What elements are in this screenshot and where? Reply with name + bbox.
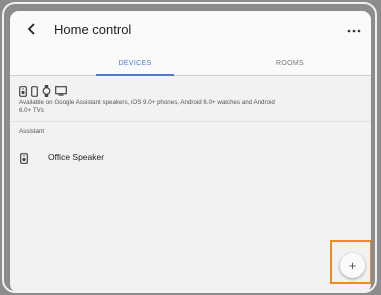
supported-devices-icons [19, 85, 67, 97]
device-name: Office Speaker [48, 152, 105, 162]
tab-bar: DEVICES ROOMS [10, 51, 371, 76]
availability-text: Available on Google Assistant speakers, … [19, 99, 275, 114]
add-icon: + [348, 258, 357, 273]
section-divider [10, 121, 371, 122]
more-options-button[interactable] [343, 19, 365, 39]
tab-selected-indicator [96, 74, 174, 76]
app-screen: Home control DEVICES ROOMS Available on … [10, 11, 371, 293]
add-device-button[interactable]: + [340, 253, 365, 278]
back-button[interactable] [22, 21, 40, 41]
speaker-icon [20, 151, 28, 169]
phone-icon [31, 85, 38, 97]
watch-icon [42, 85, 51, 97]
device-row-office-speaker[interactable]: Office Speaker [10, 145, 371, 169]
back-arrow-icon [26, 22, 36, 40]
tab-devices[interactable]: DEVICES [50, 51, 220, 75]
tv-icon [55, 86, 67, 96]
speaker-icon [19, 85, 27, 97]
more-dots-icon [347, 20, 361, 38]
tab-rooms[interactable]: ROOMS [220, 51, 360, 75]
app-bar: Home control [10, 11, 371, 51]
page-title: Home control [54, 22, 132, 37]
section-label: Assistant [19, 128, 45, 135]
